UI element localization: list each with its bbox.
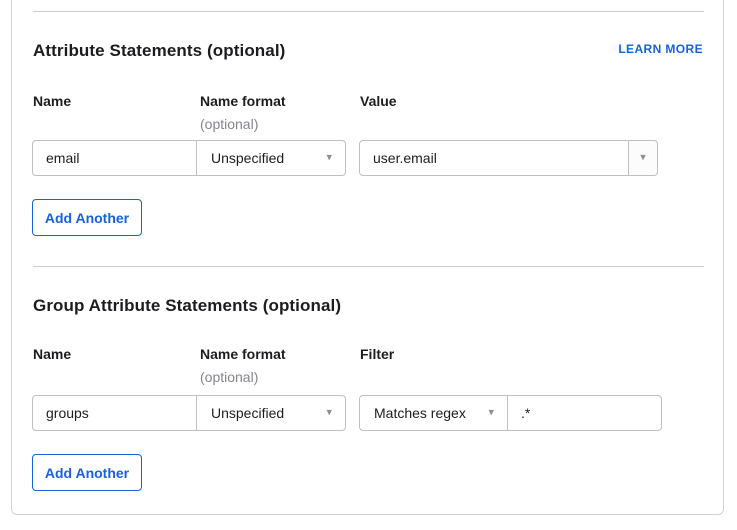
attr-name-format-selected-value: Unspecified	[211, 141, 284, 175]
group-filter-type-select[interactable]: Matches regex ▾	[359, 395, 508, 431]
attr-value-column-label: Value	[360, 93, 397, 109]
learn-more-link[interactable]: LEARN MORE	[618, 42, 703, 56]
group-name-format-selected-value: Unspecified	[211, 396, 284, 430]
group-name-format-select[interactable]: Unspecified ▾	[196, 395, 346, 431]
group-filter-value-input[interactable]	[507, 395, 662, 431]
group-filter-type-selected-value: Matches regex	[374, 396, 466, 430]
settings-card	[11, 0, 724, 515]
group-add-another-button[interactable]: Add Another	[32, 454, 142, 491]
attr-name-format-optional-label: (optional)	[200, 116, 258, 132]
attr-add-another-button[interactable]: Add Another	[32, 199, 142, 236]
attr-name-column-label: Name	[33, 93, 71, 109]
chevron-down-icon: ▾	[326, 407, 332, 418]
attr-name-input[interactable]	[32, 140, 197, 176]
group-attribute-statements-title: Group Attribute Statements (optional)	[33, 296, 341, 316]
group-name-column-label: Name	[33, 346, 71, 362]
chevron-down-icon: ▾	[488, 407, 494, 418]
attribute-statements-title: Attribute Statements (optional)	[33, 41, 285, 61]
group-name-format-column-label: Name format	[200, 346, 286, 362]
attr-name-format-column-label: Name format	[200, 93, 286, 109]
section-divider	[33, 266, 704, 267]
attr-name-format-select[interactable]: Unspecified ▾	[196, 140, 346, 176]
group-name-input[interactable]	[32, 395, 197, 431]
group-filter-column-label: Filter	[360, 346, 394, 362]
attr-value-dropdown-button[interactable]: ▾	[628, 140, 658, 176]
group-name-format-optional-label: (optional)	[200, 369, 258, 385]
attr-value-input[interactable]	[359, 140, 629, 176]
top-divider	[33, 11, 704, 12]
chevron-down-icon: ▾	[326, 152, 332, 163]
chevron-down-icon: ▾	[640, 152, 646, 163]
